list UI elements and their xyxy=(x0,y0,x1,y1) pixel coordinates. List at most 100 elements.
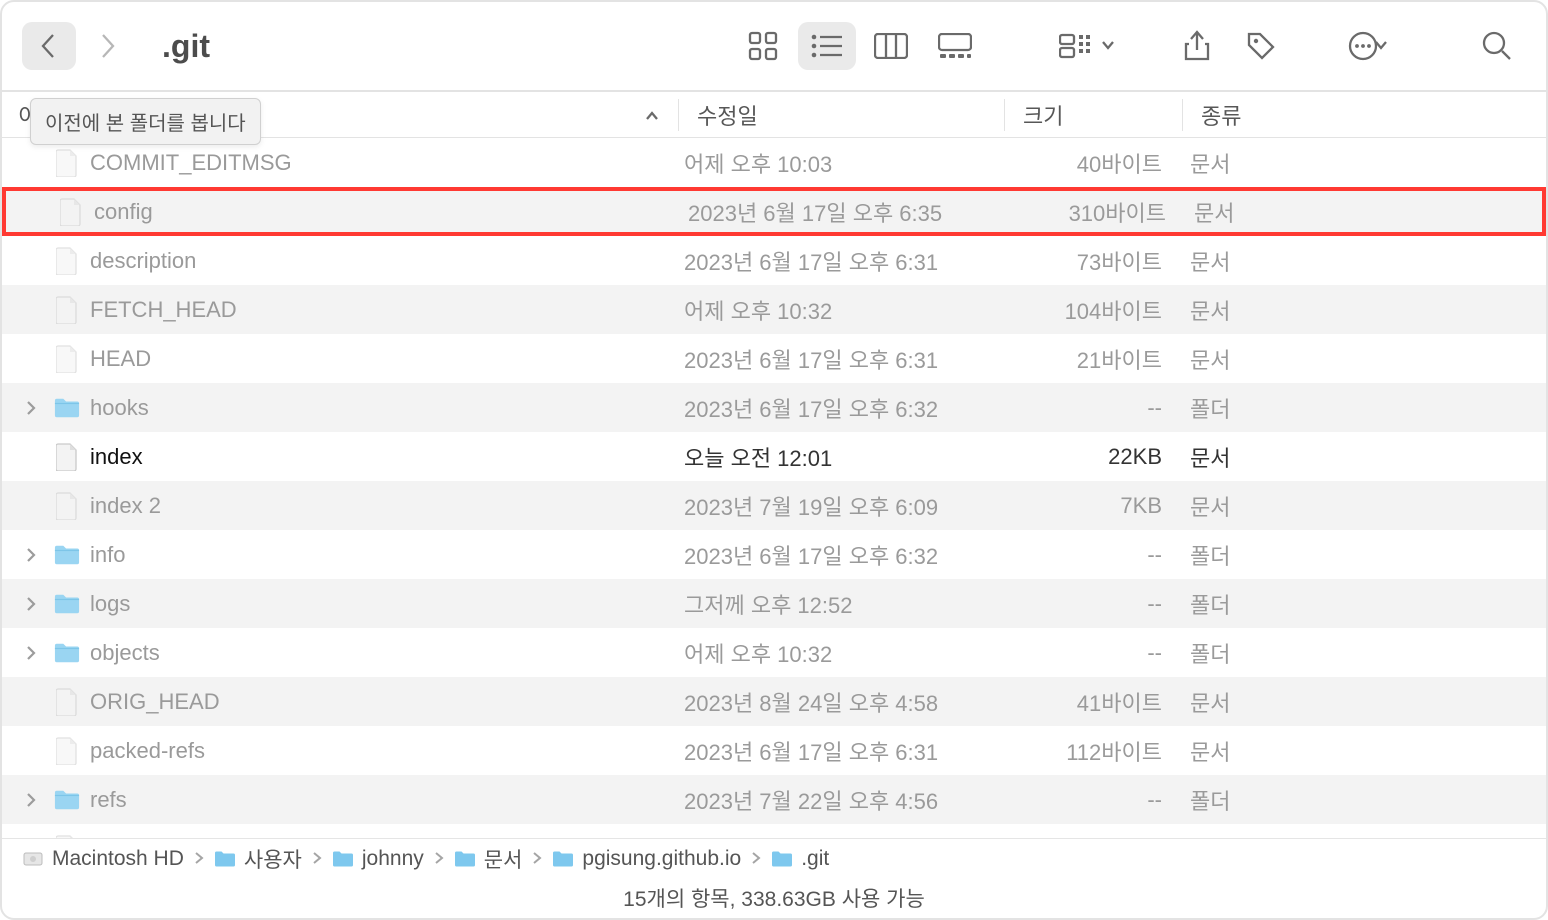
chevron-down-icon xyxy=(1101,37,1115,55)
path-label: johnny xyxy=(362,847,424,871)
col-size-header[interactable]: 크기 xyxy=(1004,99,1182,131)
item-size: -- xyxy=(1004,591,1182,617)
document-icon xyxy=(54,735,80,767)
file-row[interactable]: config 2023년 6월 17일 오후 6:35 310바이트 문서 xyxy=(2,187,1546,236)
file-row[interactable]: ORIG_HEAD 2023년 8월 24일 오후 4:58 41바이트 문서 xyxy=(2,677,1546,726)
file-row[interactable]: FETCH_HEAD 어제 오후 10:32 104바이트 문서 xyxy=(2,285,1546,334)
item-name: FETCH_HEAD xyxy=(90,297,237,323)
item-date: 어제 오후 10:32 xyxy=(678,294,1004,326)
item-size: 310바이트 xyxy=(1008,196,1186,228)
path-label: 사용자 xyxy=(244,844,302,874)
col-date-header[interactable]: 수정일 xyxy=(678,99,1004,131)
folder-icon xyxy=(54,539,80,571)
col-kind-header[interactable]: 종류 xyxy=(1182,99,1546,131)
path-bar: Macintosh HD 사용자 johnny 문서 pgisung.github.io… xyxy=(2,838,1546,878)
back-tooltip: 이전에 본 폴더를 봅니다 xyxy=(30,98,261,145)
icon-view-button[interactable] xyxy=(734,22,792,70)
document-icon xyxy=(54,294,80,326)
file-row[interactable]: HEAD 2023년 6월 17일 오후 6:31 21바이트 문서 xyxy=(2,334,1546,383)
disclosure-triangle[interactable] xyxy=(18,400,44,416)
item-size: 7KB xyxy=(1004,493,1182,519)
item-date: 오늘 오전 12:01 xyxy=(678,441,1004,473)
path-segment[interactable]: .git xyxy=(771,847,829,871)
item-name: config xyxy=(94,199,153,225)
item-kind: 문서 xyxy=(1182,735,1546,767)
folder-row[interactable]: objects 어제 오후 10:32 -- 폴더 xyxy=(2,628,1546,677)
disclosure-triangle[interactable] xyxy=(18,645,44,661)
item-size: 41바이트 xyxy=(1004,686,1182,718)
view-controls xyxy=(734,22,1526,70)
disclosure-triangle[interactable] xyxy=(18,596,44,612)
chevron-right-icon xyxy=(194,847,204,871)
path-segment[interactable]: johnny xyxy=(332,847,424,871)
status-bar: 15개의 항목, 338.63GB 사용 가능 xyxy=(2,878,1546,918)
window-title: .git xyxy=(162,28,210,65)
search-button[interactable] xyxy=(1468,22,1526,70)
tags-button[interactable] xyxy=(1232,22,1290,70)
item-kind: 폴더 xyxy=(1182,392,1546,424)
column-view-button[interactable] xyxy=(862,22,920,70)
folder-icon xyxy=(771,848,793,870)
item-size: -- xyxy=(1004,640,1182,666)
item-size: 73바이트 xyxy=(1004,245,1182,277)
item-date: 2023년 6월 17일 오후 6:35 xyxy=(682,196,1008,228)
document-icon xyxy=(58,196,84,228)
gallery-view-button[interactable] xyxy=(926,22,984,70)
item-name: index 2 xyxy=(90,493,161,519)
folder-icon xyxy=(54,784,80,816)
folder-row[interactable]: hooks 2023년 6월 17일 오후 6:32 -- 폴더 xyxy=(2,383,1546,432)
item-size: 104바이트 xyxy=(1004,294,1182,326)
document-icon xyxy=(54,147,80,179)
disk-icon xyxy=(22,848,44,870)
document-icon xyxy=(54,686,80,718)
status-text: 15개의 항목, 338.63GB 사용 가능 xyxy=(623,883,925,913)
disclosure-triangle[interactable] xyxy=(18,547,44,563)
item-kind: 폴더 xyxy=(1182,539,1546,571)
item-name: COMMIT_EDITMSG xyxy=(90,150,292,176)
back-button[interactable] xyxy=(22,22,76,70)
item-name: ORIG_HEAD xyxy=(90,689,220,715)
disclosure-triangle[interactable] xyxy=(18,792,44,808)
group-button[interactable] xyxy=(1048,22,1126,70)
item-name: logs xyxy=(90,591,130,617)
path-segment[interactable]: 사용자 xyxy=(214,844,302,874)
item-date: 2023년 6월 17일 오후 6:31 xyxy=(678,245,1004,277)
folder-row[interactable]: info 2023년 6월 17일 오후 6:32 -- 폴더 xyxy=(2,530,1546,579)
item-date: 그저께 오후 12:52 xyxy=(678,588,1004,620)
file-row[interactable]: index 오늘 오전 12:01 22KB 문서 xyxy=(2,432,1546,481)
path-label: 문서 xyxy=(484,844,523,874)
item-name: refs xyxy=(90,787,127,813)
file-row[interactable]: packed-refs 2023년 6월 17일 오후 6:31 112바이트 … xyxy=(2,726,1546,775)
item-name: info xyxy=(90,542,125,568)
file-row[interactable]: description 2023년 6월 17일 오후 6:31 73바이트 문… xyxy=(2,236,1546,285)
folder-icon xyxy=(332,848,354,870)
document-icon xyxy=(54,441,80,473)
file-row[interactable]: COMMIT_EDITMSG 어제 오후 10:03 40바이트 문서 xyxy=(2,138,1546,187)
action-button[interactable] xyxy=(1332,22,1404,70)
share-button[interactable] xyxy=(1168,22,1226,70)
path-segment[interactable]: Macintosh HD xyxy=(22,847,184,871)
forward-button[interactable] xyxy=(80,22,134,70)
item-date: 어제 오후 10:32 xyxy=(678,637,1004,669)
list-view-button[interactable] xyxy=(798,22,856,70)
document-icon xyxy=(54,490,80,522)
chevron-right-icon xyxy=(434,847,444,871)
path-segment[interactable]: 문서 xyxy=(454,844,523,874)
item-name: objects xyxy=(90,640,160,666)
item-size: -- xyxy=(1004,395,1182,421)
item-size: 40바이트 xyxy=(1004,147,1182,179)
path-label: .git xyxy=(801,847,829,871)
nav-buttons xyxy=(22,22,134,70)
folder-row[interactable]: refs 2023년 7월 22일 오후 4:56 -- 폴더 xyxy=(2,775,1546,824)
toolbar: .git xyxy=(2,2,1546,92)
chevron-down-icon xyxy=(1374,37,1388,55)
folder-icon xyxy=(54,637,80,669)
item-kind: 문서 xyxy=(1182,147,1546,179)
file-row[interactable]: index 2 2023년 7월 19일 오후 6:09 7KB 문서 xyxy=(2,481,1546,530)
item-date: 2023년 6월 17일 오후 6:31 xyxy=(678,343,1004,375)
path-segment[interactable]: pgisung.github.io xyxy=(552,847,741,871)
item-date: 어제 오후 10:03 xyxy=(678,147,1004,179)
folder-row[interactable]: logs 그저께 오후 12:52 -- 폴더 xyxy=(2,579,1546,628)
item-size: 112바이트 xyxy=(1004,735,1182,767)
item-kind: 폴더 xyxy=(1182,588,1546,620)
